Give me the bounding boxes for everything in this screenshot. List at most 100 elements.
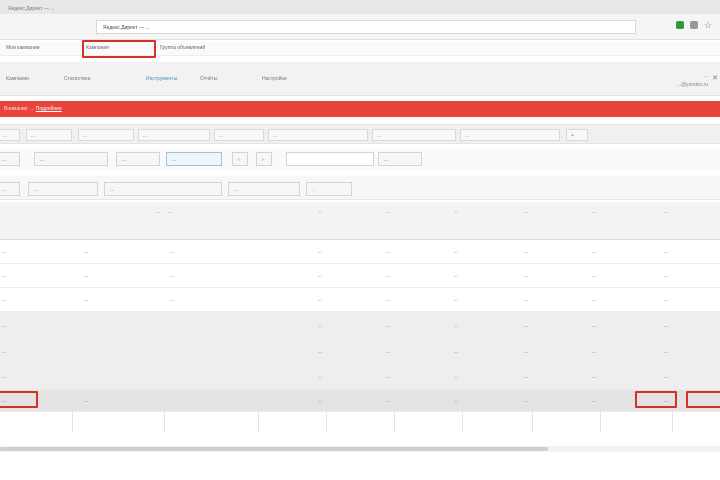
table-cell: ... — [523, 273, 528, 279]
table-cell: ... — [663, 273, 668, 279]
table-cell: ... — [676, 273, 720, 279]
table-cell: ... — [453, 297, 458, 303]
segment-4[interactable]: ... — [228, 182, 300, 196]
table-cell: ... — [676, 297, 720, 303]
table-cell: ... — [591, 297, 596, 303]
notice-text: Внимание: ... — [4, 106, 35, 112]
table-cell: ... — [591, 249, 596, 255]
view-tab-8[interactable]: ... — [460, 129, 560, 141]
account-info: ... ...@yandex.ru — [677, 72, 708, 90]
browser-tab[interactable]: Яндекс.Директ — ... — [0, 3, 94, 14]
table-cell: ... — [84, 297, 89, 303]
table-cell: ... — [453, 323, 458, 329]
apply-button[interactable]: ... — [378, 152, 422, 166]
view-tab-6[interactable]: ... — [268, 129, 368, 141]
segment-2[interactable]: ... — [28, 182, 98, 196]
column-header-6[interactable]: ... — [466, 209, 528, 216]
highlight-value-2 — [686, 391, 720, 408]
address-bar[interactable]: Яндекс.Директ — ... — [96, 20, 636, 34]
table-cell: ... — [663, 349, 668, 355]
nav-item-2[interactable]: Статистика — [64, 76, 90, 82]
table-row: ........................ — [0, 340, 720, 364]
filter-3[interactable]: ... — [116, 152, 160, 166]
filter-bar: ... ... ... ... ‹ › ... — [0, 148, 720, 170]
highlight-row-label — [0, 391, 38, 408]
filter-prev-button[interactable]: ‹ — [232, 152, 248, 166]
table-cell: ... — [591, 349, 596, 355]
table-cell: ... — [317, 323, 322, 329]
nav-item-5[interactable]: Настройки — [262, 76, 287, 82]
nav-item-4[interactable]: Отчёты — [200, 76, 217, 82]
table-cell: ... — [663, 374, 668, 380]
browser-toolbar: Яндекс.Директ — ... Яндекс.Директ — ... … — [0, 0, 720, 40]
table-cell: ... — [317, 349, 322, 355]
breadcrumb-item-1[interactable]: Мои кампании — [6, 45, 40, 51]
view-tab-1[interactable]: ... — [0, 129, 20, 141]
column-header-7[interactable]: ... — [536, 209, 596, 216]
filter-2[interactable]: ... — [34, 152, 108, 166]
table-cell: ... — [523, 249, 528, 255]
table-cell: ... — [453, 374, 458, 380]
row-label[interactable]: ... — [2, 297, 68, 303]
table-header: ... ... ... ... ... ... ... ... ... — [0, 202, 720, 240]
view-tab-4[interactable]: ... — [138, 129, 210, 141]
table-cell: ... — [591, 398, 596, 404]
view-tab-2[interactable]: ... — [26, 129, 72, 141]
table-cell: ... — [317, 249, 322, 255]
notice-bar: Внимание: ... Подробнее — [0, 101, 720, 117]
table-row: ........................ — [0, 312, 720, 340]
row-label[interactable]: ... — [2, 249, 68, 255]
table-cell: ... — [84, 273, 89, 279]
nav-item-3[interactable]: Инструменты — [146, 76, 177, 82]
view-tab-5[interactable]: ... — [214, 129, 264, 141]
filter-1[interactable]: ... — [0, 152, 20, 166]
segment-5[interactable]: ... — [306, 182, 352, 196]
table-cell: ... — [523, 398, 528, 404]
stats-table: ... ... ... ... ... ... ... ... ... ....… — [0, 202, 720, 434]
table-cell: ... — [385, 349, 390, 355]
scrollbar-thumb[interactable] — [0, 447, 548, 451]
column-header-2[interactable]: ... — [168, 209, 208, 216]
filter-next-button[interactable]: › — [256, 152, 272, 166]
column-header-3[interactable]: ... — [262, 209, 322, 216]
horizontal-scrollbar[interactable] — [0, 446, 720, 452]
column-header-8[interactable]: ... — [604, 209, 668, 216]
column-header-9[interactable]: ... — [676, 209, 720, 216]
table-cell: ... — [385, 273, 390, 279]
table-cell: ... — [453, 398, 458, 404]
table-row: .............................. — [0, 264, 720, 288]
extension-icon[interactable] — [689, 21, 698, 29]
table-cell: ... — [317, 398, 322, 404]
view-tab-3[interactable]: ... — [78, 129, 134, 141]
row-label: ... — [2, 374, 7, 380]
account-menu-icon[interactable]: ✕ — [712, 74, 718, 82]
search-input[interactable] — [286, 152, 374, 166]
table-cell: ... — [453, 249, 458, 255]
notice-link[interactable]: Подробнее — [36, 106, 62, 112]
nav-item-1[interactable]: Кампании — [6, 76, 29, 82]
table-cell: ... — [591, 374, 596, 380]
segment-3[interactable]: ... — [104, 182, 222, 196]
bookmark-star-icon[interactable]: ☆ — [704, 21, 712, 30]
column-header-1[interactable]: ... — [100, 209, 160, 216]
table-row: .............................. — [0, 240, 720, 264]
highlight-breadcrumb — [82, 40, 156, 58]
table-cell: ... — [385, 249, 390, 255]
row-label: ... — [2, 349, 7, 355]
table-cell: ... — [523, 297, 528, 303]
table-cell: ... — [676, 323, 720, 329]
table-row: ........................ — [0, 364, 720, 390]
segment-1[interactable]: ... — [0, 182, 20, 196]
column-header-5[interactable]: ... — [398, 209, 458, 216]
breadcrumb-item-3[interactable]: Группа объявлений — [160, 45, 205, 51]
row-label[interactable]: ... — [2, 273, 68, 279]
view-tab-7[interactable]: ... — [372, 129, 456, 141]
filter-4[interactable]: ... — [166, 152, 222, 166]
column-header-4[interactable]: ... — [330, 209, 390, 216]
table-cell: ... — [676, 349, 720, 355]
table-cell: ... — [385, 297, 390, 303]
segment-bar: ... ... ... ... ... — [0, 176, 720, 200]
table-cell: ... — [317, 273, 322, 279]
add-tab-button[interactable]: + — [566, 129, 588, 141]
table-cell: ... — [663, 323, 668, 329]
